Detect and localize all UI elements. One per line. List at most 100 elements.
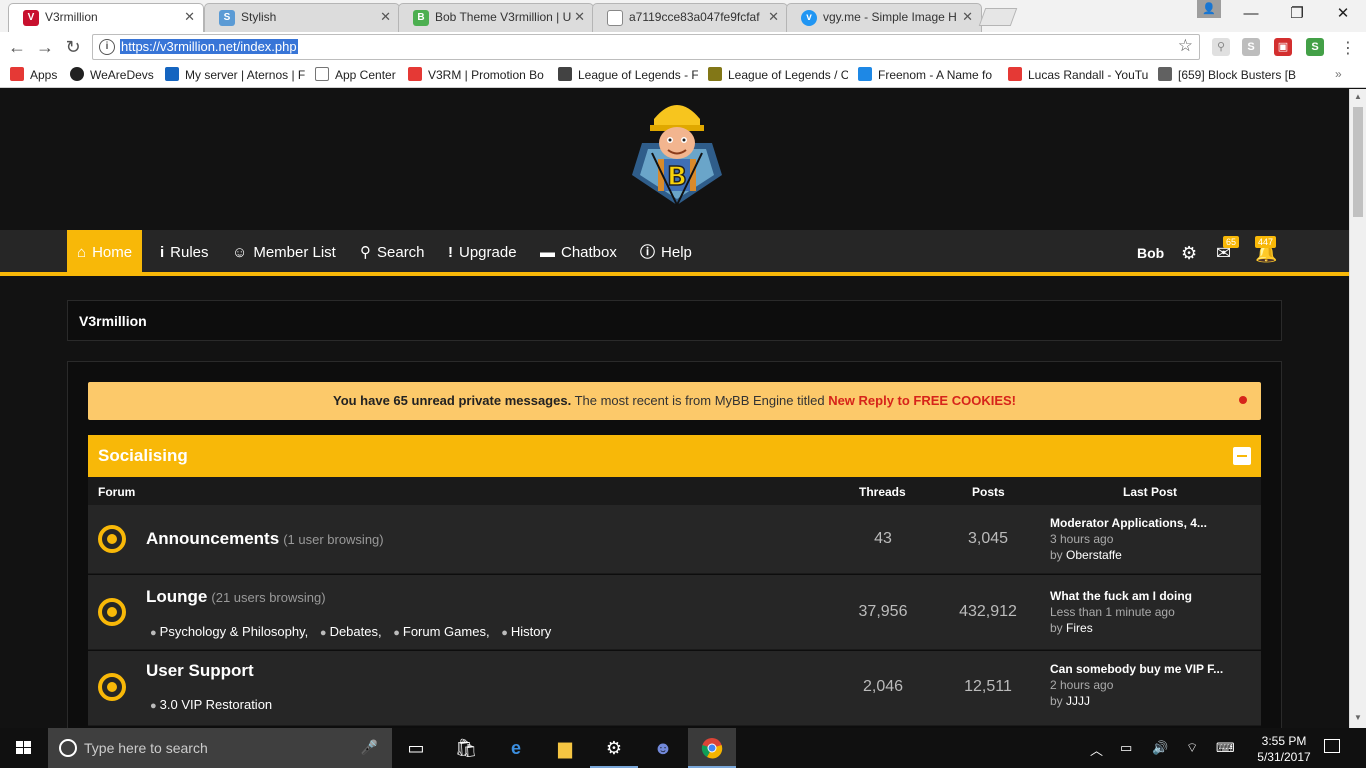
bookmark-block-busters[interactable]: [659] Block Busters [B <box>1158 67 1298 82</box>
search-placeholder: Type here to search <box>84 740 208 756</box>
breadcrumb-site-title[interactable]: V3rmillion <box>79 313 147 329</box>
keyboard-icon[interactable]: ⌨ <box>1216 740 1235 756</box>
minimize-icon[interactable]: — <box>1228 0 1274 30</box>
category-title[interactable]: Socialising <box>98 446 188 466</box>
close-icon[interactable]: ✕ <box>380 9 391 25</box>
bookmarks-overflow-icon[interactable]: » <box>1335 67 1342 81</box>
steam-icon[interactable]: ⚙ <box>590 728 638 768</box>
bookmark-aternos[interactable]: My server | Aternos | F <box>165 67 305 82</box>
chrome-icon[interactable] <box>688 728 736 768</box>
start-button[interactable] <box>0 728 48 768</box>
page-icon <box>315 67 329 81</box>
close-icon[interactable]: ✕ <box>574 9 585 25</box>
bookmark-youtube-lucas[interactable]: Lucas Randall - YouTu <box>1008 67 1148 82</box>
nav-search[interactable]: ⚲ Search <box>360 230 425 276</box>
scroll-down-icon[interactable]: ▼ <box>1354 713 1362 722</box>
back-icon[interactable]: ← <box>6 36 28 58</box>
profile-icon[interactable]: 👤 <box>1197 0 1221 18</box>
last-post-title[interactable]: What the fuck am I doing <box>1050 588 1192 604</box>
scroll-up-icon[interactable]: ▲ <box>1354 92 1362 101</box>
col-threads: Threads <box>859 485 906 499</box>
bookmark-league-2[interactable]: League of Legends / C <box>708 67 848 82</box>
action-center-icon[interactable] <box>1324 739 1340 753</box>
site-logo[interactable]: B <box>628 93 726 211</box>
forum-title[interactable]: Lounge (21 users browsing) <box>146 587 326 607</box>
volume-icon[interactable]: 🔊 <box>1152 740 1168 756</box>
taskbar-search[interactable]: Type here to search 🎤 <box>48 728 392 768</box>
nav-member-list[interactable]: ☺ Member List <box>232 230 336 276</box>
bob-theme-favicon-icon: B <box>413 10 429 26</box>
chevron-up-icon[interactable]: ︿ <box>1090 740 1103 759</box>
forum-title[interactable]: Announcements (1 user browsing) <box>146 529 384 549</box>
skype-extension-icon[interactable]: S <box>1242 38 1260 56</box>
menu-icon[interactable]: ⋮ <box>1340 38 1356 58</box>
tab-vgy[interactable]: v vgy.me - Simple Image H ✕ <box>786 3 982 32</box>
last-post-user[interactable]: Fires <box>1066 621 1093 635</box>
extension-icon[interactable]: ⚲ <box>1212 38 1230 56</box>
gear-icon[interactable]: ⚙ <box>1181 242 1197 264</box>
stylish-extension-icon[interactable]: S <box>1306 38 1324 56</box>
bookmark-app-center[interactable]: App Center <box>315 67 400 82</box>
address-bar[interactable]: i https://v3rmillion.net/index.php ☆ <box>92 34 1200 60</box>
task-view-icon[interactable]: ▭ <box>392 728 440 768</box>
subforum-link[interactable]: History <box>501 624 551 639</box>
document-icon <box>607 10 623 26</box>
bookmark-star-icon[interactable]: ☆ <box>1178 36 1193 56</box>
wifi-icon[interactable]: ⌔ <box>1186 740 1198 756</box>
bookmark-apps[interactable]: Apps <box>10 67 57 82</box>
bookmark-league-1[interactable]: League of Legends - F <box>558 67 698 82</box>
pdf-extension-icon[interactable]: ▣ <box>1274 38 1292 56</box>
subforum-link[interactable]: Psychology & Philosophy, <box>150 624 308 639</box>
last-post-title[interactable]: Can somebody buy me VIP F... <box>1050 661 1223 677</box>
last-post: What the fuck am I doing Less than 1 min… <box>1050 588 1193 635</box>
clock[interactable]: 3:55 PM 5/31/2017 <box>1254 733 1314 765</box>
page-scrollbar[interactable]: ▲ ▼ <box>1349 89 1366 728</box>
file-explorer-icon[interactable]: ▆ <box>541 728 589 768</box>
tab-bob-theme[interactable]: B Bob Theme V3rmillion | U ✕ <box>398 3 594 32</box>
last-post-user[interactable]: JJJJ <box>1066 694 1090 708</box>
tab-title: V3rmillion <box>45 10 98 24</box>
nav-help[interactable]: ⓘ Help <box>640 230 692 276</box>
subforum-link[interactable]: 3.0 VIP Restoration <box>150 697 272 712</box>
restore-icon[interactable]: ❐ <box>1274 0 1320 30</box>
tab-image-file[interactable]: a7119cce83a047fe9fcfaf ✕ <box>592 3 788 32</box>
tab-title: Bob Theme V3rmillion | U <box>435 10 572 24</box>
url-text[interactable]: https://v3rmillion.net/index.php <box>120 39 298 54</box>
reload-icon[interactable]: ↻ <box>62 36 84 58</box>
bookmark-v3rm-promotion[interactable]: V3RM | Promotion Bo <box>408 67 548 82</box>
subforum-link[interactable]: Debates, <box>320 624 382 639</box>
window-close-icon[interactable]: ✕ <box>1320 0 1366 30</box>
edge-icon[interactable]: e <box>492 728 540 768</box>
forward-icon[interactable]: → <box>34 36 56 58</box>
username-link[interactable]: Bob <box>1137 230 1164 276</box>
dismiss-icon[interactable] <box>1239 396 1247 404</box>
clock-date: 5/31/2017 <box>1257 750 1311 764</box>
new-tab-button[interactable] <box>978 8 1018 26</box>
nav-rules[interactable]: i Rules <box>160 230 209 276</box>
close-icon[interactable]: ✕ <box>962 9 973 25</box>
forum-title[interactable]: User Support <box>146 661 258 681</box>
nav-home[interactable]: ⌂ Home <box>67 230 143 276</box>
subforum-link[interactable]: Forum Games, <box>393 624 489 639</box>
last-post-title[interactable]: Moderator Applications, 4... <box>1050 515 1207 531</box>
discord-icon[interactable]: ☻ <box>639 728 687 768</box>
microphone-icon[interactable]: 🎤 <box>361 739 378 756</box>
scroll-thumb[interactable] <box>1353 107 1363 217</box>
tab-stylish[interactable]: S Stylish ✕ <box>204 3 400 32</box>
site-info-icon[interactable]: i <box>99 39 115 55</box>
collapse-icon[interactable] <box>1233 447 1251 465</box>
bookmark-freenom[interactable]: Freenom - A Name fo <box>858 67 998 82</box>
close-icon[interactable]: ✕ <box>184 9 195 25</box>
bookmark-wearedevs[interactable]: WeAreDevs <box>70 67 155 82</box>
store-icon[interactable]: 🛍 <box>442 728 490 768</box>
nav-upgrade[interactable]: ! Upgrade <box>448 230 517 276</box>
pm-alert: You have 65 unread private messages. The… <box>88 382 1261 420</box>
subforum-list: 3.0 VIP Restoration <box>150 697 280 712</box>
close-icon[interactable]: ✕ <box>768 9 779 25</box>
tab-v3rmillion[interactable]: V V3rmillion ✕ <box>8 3 204 32</box>
nav-chatbox[interactable]: ▬ Chatbox <box>540 230 617 276</box>
pm-alert-link[interactable]: New Reply to FREE COOKIES! <box>828 393 1016 408</box>
pm-alert-count[interactable]: You have 65 unread private messages. <box>333 393 571 408</box>
battery-icon[interactable]: ▭ <box>1120 740 1132 756</box>
last-post-user[interactable]: Oberstaffe <box>1066 548 1122 562</box>
